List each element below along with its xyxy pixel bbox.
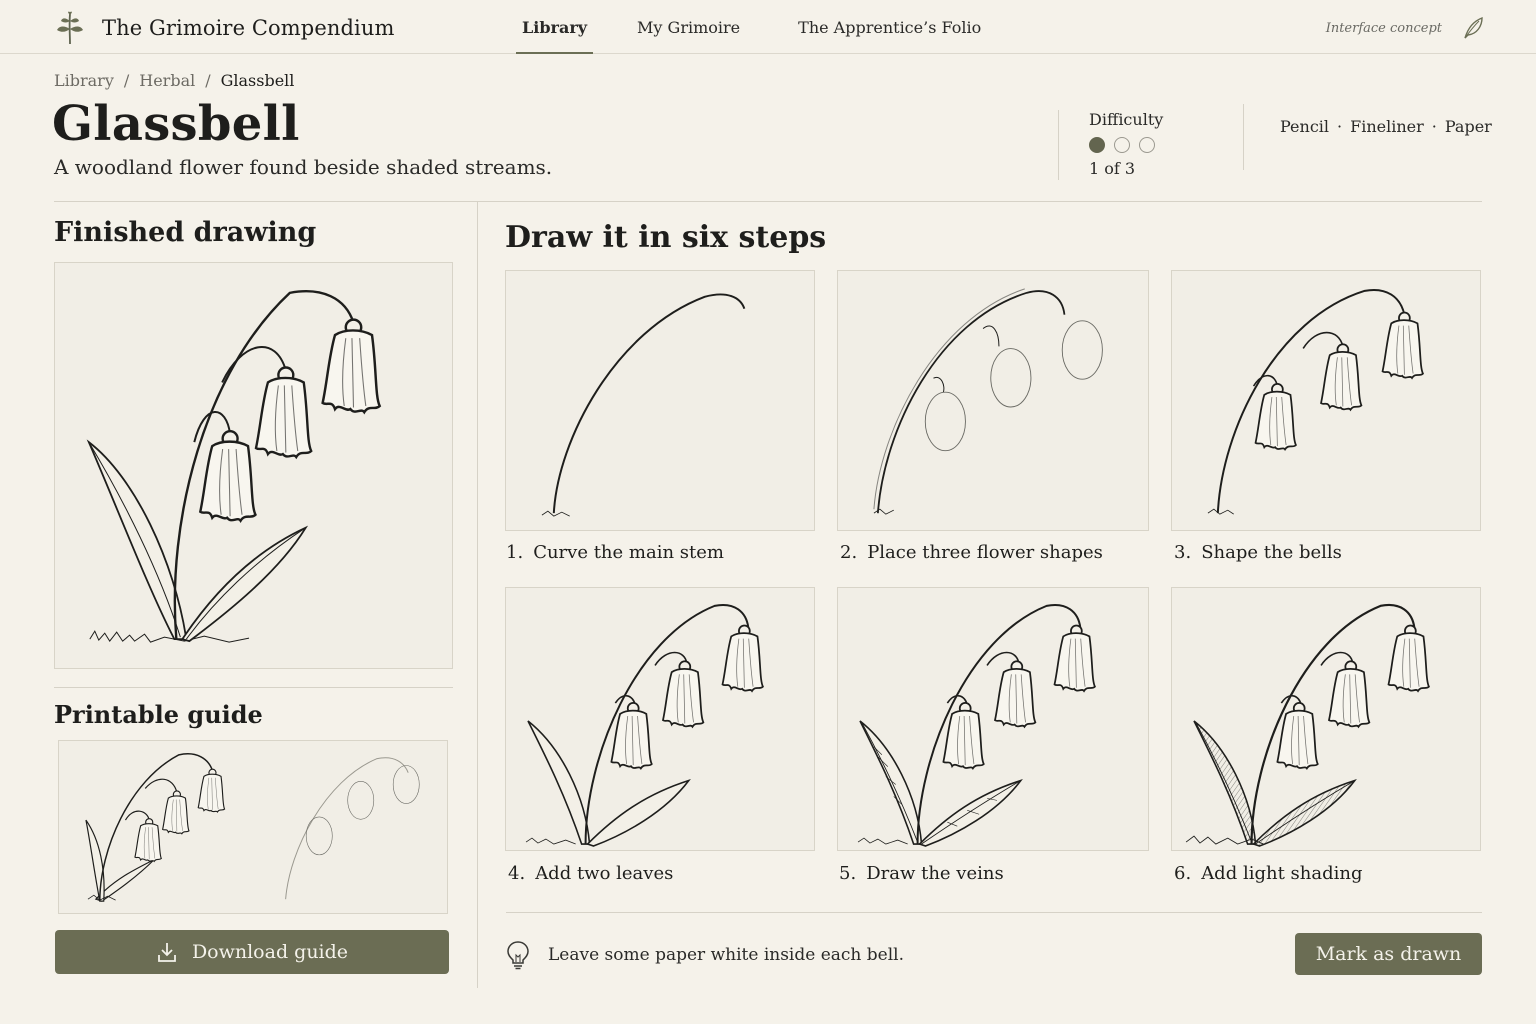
material-paper: Paper xyxy=(1444,117,1492,136)
step-3-caption: 3. Shape the bells xyxy=(1174,542,1342,563)
step-6-illustration xyxy=(1185,603,1430,847)
breadcrumb-separator: / xyxy=(205,71,211,90)
download-icon xyxy=(158,943,176,962)
app-title: The Grimoire Compendium xyxy=(102,16,395,40)
step-label: Shape the bells xyxy=(1201,542,1342,563)
page-subtitle: A woodland flower found beside shaded st… xyxy=(54,155,553,179)
material-separator: · xyxy=(1431,117,1437,136)
tip-text: Leave some paper white inside each bell. xyxy=(548,945,905,965)
material-fineliner: Fineliner xyxy=(1350,117,1424,136)
brand[interactable]: The Grimoire Compendium xyxy=(54,11,395,45)
steps-heading: Draw it in six steps xyxy=(505,220,827,255)
difficulty-count: 1 of 3 xyxy=(1089,159,1136,178)
step-number: 2. xyxy=(840,542,858,563)
step-number: 4. xyxy=(508,863,526,884)
top-bar: The Grimoire Compendium Library My Grimo… xyxy=(0,0,1536,54)
mark-as-drawn-label: Mark as drawn xyxy=(1315,943,1462,965)
glassbell-drawing-illustration xyxy=(86,290,381,643)
printable-guide-illustration xyxy=(85,753,420,902)
step-number: 3. xyxy=(1174,542,1192,563)
difficulty-dot-empty xyxy=(1114,137,1130,153)
tip: Leave some paper white inside each bell. xyxy=(506,940,904,970)
step-1-illustration xyxy=(541,293,746,517)
breadcrumb: Library / Herbal / Glassbell xyxy=(54,71,294,90)
header-divider xyxy=(54,201,1482,202)
material-pencil: Pencil xyxy=(1280,117,1330,136)
step-6-caption: 6. Add light shading xyxy=(1174,863,1363,884)
difficulty-indicator: Difficulty 1 of 3 xyxy=(1089,110,1164,178)
left-divider xyxy=(54,687,453,688)
materials-list: Pencil · Fineliner · Paper xyxy=(1280,117,1492,136)
step-4-image[interactable] xyxy=(505,587,815,851)
finished-drawing-image[interactable] xyxy=(54,262,453,669)
sprig-logo-icon xyxy=(57,11,83,45)
step-4-illustration xyxy=(525,604,764,847)
breadcrumb-herbal[interactable]: Herbal xyxy=(139,71,195,90)
step-1-image[interactable] xyxy=(505,270,815,531)
step-5-caption: 5. Draw the veins xyxy=(839,863,1004,884)
column-divider xyxy=(477,202,478,988)
steps-divider xyxy=(506,912,1482,913)
meta-divider xyxy=(1243,104,1244,170)
difficulty-dot-empty xyxy=(1139,137,1155,153)
difficulty-dot-filled xyxy=(1089,137,1105,153)
step-2-illustration xyxy=(873,288,1103,515)
step-5-illustration xyxy=(857,604,1096,847)
nav-apprentices-folio[interactable]: The Apprentice’s Folio xyxy=(788,0,991,54)
step-number: 6. xyxy=(1174,863,1192,884)
printable-guide-heading: Printable guide xyxy=(54,700,263,729)
step-6-image[interactable] xyxy=(1171,587,1481,851)
step-3-image[interactable] xyxy=(1171,270,1481,531)
step-5-image[interactable] xyxy=(837,587,1149,851)
leaf-icon xyxy=(1464,16,1483,39)
mark-as-drawn-button[interactable]: Mark as drawn xyxy=(1295,933,1482,975)
step-label: Draw the veins xyxy=(866,863,1004,884)
breadcrumb-current: Glassbell xyxy=(220,71,295,90)
step-4-caption: 4. Add two leaves xyxy=(508,863,673,884)
step-2-caption: 2. Place three flower shapes xyxy=(840,542,1103,563)
step-label: Place three flower shapes xyxy=(867,542,1103,563)
step-number: 1. xyxy=(506,542,524,563)
step-3-illustration xyxy=(1207,289,1424,515)
breadcrumb-separator: / xyxy=(123,71,130,90)
breadcrumb-library[interactable]: Library xyxy=(54,71,114,90)
step-1-caption: 1. Curve the main stem xyxy=(506,542,724,563)
download-guide-button[interactable]: Download guide xyxy=(55,930,449,974)
step-label: Curve the main stem xyxy=(533,542,724,563)
printable-guide-preview[interactable] xyxy=(58,740,448,914)
step-label: Add two leaves xyxy=(535,863,674,884)
download-guide-label: Download guide xyxy=(191,941,349,963)
difficulty-label: Difficulty xyxy=(1089,110,1164,129)
interface-concept-note: Interface concept xyxy=(1325,21,1442,36)
finished-drawing-heading: Finished drawing xyxy=(54,217,317,248)
page-title: Glassbell xyxy=(52,96,300,152)
difficulty-dots xyxy=(1089,137,1164,153)
step-label: Add light shading xyxy=(1201,863,1363,884)
nav-library[interactable]: Library xyxy=(512,0,597,54)
lightbulb-icon xyxy=(507,941,529,970)
meta-divider xyxy=(1058,110,1059,180)
main-nav: Library My Grimoire The Apprentice’s Fol… xyxy=(512,0,1021,54)
material-separator: · xyxy=(1337,117,1343,136)
step-number: 5. xyxy=(839,863,857,884)
nav-my-grimoire[interactable]: My Grimoire xyxy=(627,0,750,54)
step-2-image[interactable] xyxy=(837,270,1149,531)
